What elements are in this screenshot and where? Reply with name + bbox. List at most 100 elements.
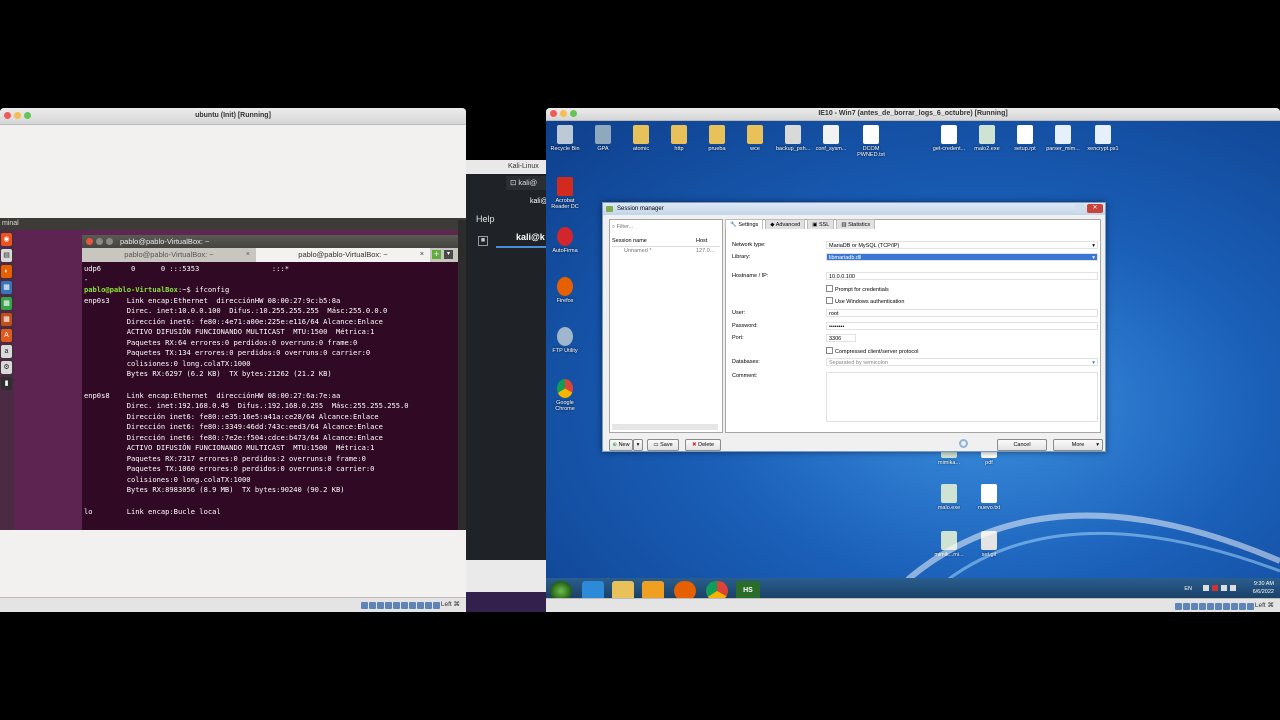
desktop-icon-recycle-bin[interactable]: Recycle Bin [548, 125, 582, 152]
ie-icon[interactable] [582, 581, 604, 598]
disk-icon[interactable] [1174, 603, 1182, 610]
desktop-icon-autofirma[interactable]: AutoFirma [548, 227, 582, 254]
kali-titlebar[interactable]: Kali-Linux [466, 160, 546, 174]
close-icon[interactable]: ✕ [1087, 204, 1103, 213]
desktop-icon-firefox[interactable]: Firefox [548, 277, 582, 304]
software-center-icon[interactable]: A [1, 329, 12, 342]
writer-icon[interactable]: ▦ [1, 281, 12, 294]
recording-icon[interactable] [1230, 603, 1238, 610]
col-host[interactable]: Host [696, 236, 707, 246]
shared-folder-icon[interactable] [400, 602, 408, 609]
col-session-name[interactable]: Session name [612, 238, 647, 244]
chrome-icon[interactable] [706, 581, 728, 598]
desktop-icon-wce[interactable]: wce [738, 125, 772, 152]
close-icon[interactable] [550, 110, 557, 117]
port-input[interactable]: 3306 [826, 334, 856, 342]
mouse-icon[interactable] [432, 602, 440, 609]
zoom-icon[interactable] [570, 110, 577, 117]
tab-menu-icon[interactable]: ▾ [444, 250, 453, 259]
win7-titlebar[interactable]: IE10 - Win7 (antes_de_borrar_logs_6_octu… [546, 108, 1280, 121]
desktop-icon-parser[interactable]: parser_mim... [1046, 125, 1080, 152]
flag-icon[interactable] [1203, 585, 1209, 591]
network-icon[interactable] [1221, 585, 1227, 591]
desktop-icon-backup[interactable]: backup_psh... [776, 125, 810, 152]
scrollbar-area[interactable] [458, 220, 466, 530]
hostname-input[interactable]: 10.0.0.100 [826, 272, 1098, 280]
recording-icon[interactable] [416, 602, 424, 609]
desktop-icon-setup[interactable]: setup.rpt [1008, 125, 1042, 152]
ubuntu-titlebar[interactable]: ubuntu (Init) [Running] [0, 108, 466, 125]
windows-auth-checkbox[interactable]: Use Windows authentication [826, 297, 904, 305]
help-icon[interactable] [1075, 204, 1085, 213]
terminal-tab-2[interactable]: pablo@pablo-VirtualBox: ~ × [256, 248, 430, 262]
desktop-icon-chrome[interactable]: Google Chrome [548, 379, 582, 412]
tab-settings[interactable]: 🔧 Settings [725, 219, 764, 229]
desktop-icon-malo2[interactable]: malo2.exe [970, 125, 1004, 152]
tab-statistics[interactable]: ▥ Statistics [836, 219, 876, 229]
display-icon[interactable] [1222, 603, 1230, 610]
system-clock[interactable]: 9:30 AM 6/6/2022 [1253, 580, 1274, 596]
delete-button[interactable]: ✖ Delete [685, 439, 721, 451]
user-input[interactable]: root [826, 309, 1098, 317]
optical-icon[interactable] [368, 602, 376, 609]
password-input[interactable]: •••••••• [826, 322, 1098, 330]
files-icon[interactable]: ▤ [1, 249, 12, 262]
usb-icon[interactable] [392, 602, 400, 609]
tab-ssl[interactable]: ▣ SSL [807, 219, 835, 229]
network-type-select[interactable]: MariaDB or MySQL (TCP/IP) ▾ [826, 241, 1098, 249]
heidisql-icon[interactable]: HS [736, 581, 760, 598]
firefox-icon[interactable]: ◐ [1, 265, 12, 278]
horizontal-scrollbar[interactable] [612, 424, 718, 430]
desktop-icon-prueba[interactable]: prueba [700, 125, 734, 152]
save-button[interactable]: ▭ Save [647, 439, 679, 451]
explorer-icon[interactable] [612, 581, 634, 598]
language-indicator[interactable]: EN [1184, 586, 1192, 592]
terminal-icon[interactable]: ▮ [1, 377, 12, 390]
shared-folder-icon[interactable] [1214, 603, 1222, 610]
maximize-icon[interactable] [106, 238, 113, 245]
compressed-checkbox[interactable]: Compressed client/server protocol [826, 347, 918, 355]
checkbox-icon[interactable]: ■ [478, 236, 488, 246]
impress-icon[interactable]: ▦ [1, 313, 12, 326]
databases-input[interactable]: Separated by semicolon ▾ [826, 358, 1098, 366]
dash-icon[interactable]: ◉ [1, 233, 12, 246]
volume-icon[interactable] [1230, 585, 1236, 591]
calc-icon[interactable]: ▦ [1, 297, 12, 310]
terminal-window[interactable]: pablo@pablo-VirtualBox: ~ pablo@pablo-Vi… [82, 235, 458, 530]
close-tab-icon[interactable]: × [420, 248, 424, 262]
network-icon[interactable] [1198, 603, 1206, 610]
amazon-icon[interactable]: a [1, 345, 12, 358]
desktop-icon-acrobat[interactable]: Acrobat Reader DC [548, 177, 582, 210]
cpu-icon[interactable] [1238, 603, 1246, 610]
kali-terminal-tab[interactable]: ⊡ kali@ [506, 176, 546, 190]
minimize-icon[interactable] [560, 110, 567, 117]
display-icon[interactable] [408, 602, 416, 609]
desktop-icon-ftp[interactable]: FTP Utility [548, 327, 582, 354]
close-icon[interactable] [86, 238, 93, 245]
minimize-icon[interactable] [96, 238, 103, 245]
audio-icon[interactable] [376, 602, 384, 609]
comment-textarea[interactable] [826, 372, 1098, 422]
desktop-icon-xencrypt[interactable]: xencrypt.ps1 [1086, 125, 1120, 152]
dialog-titlebar[interactable]: Session manager ✕ [603, 203, 1105, 215]
disk-icon[interactable] [360, 602, 368, 609]
prompt-credentials-checkbox[interactable]: Prompt for credentials [826, 285, 889, 293]
kali-vm-window[interactable]: Kali-Linux ⊡ kali@ kali@ Help ■ kali@k [466, 160, 548, 612]
desktop-icon-http[interactable]: http [662, 125, 696, 152]
ubuntu-vm-window[interactable]: ubuntu (Init) [Running] minal ◉ ▤ ◐ ▦ ▦ … [0, 108, 466, 612]
desktop-icon-get-credent[interactable]: get-credent... [932, 125, 966, 152]
add-tab-icon[interactable]: + [432, 250, 441, 259]
media-player-icon[interactable] [642, 581, 664, 598]
new-dropdown-button[interactable]: ▾ [633, 439, 643, 451]
terminal-output[interactable]: udp6 0 0 :::5353 :::* - pablo@pablo-Virtua… [82, 262, 458, 519]
terminal-titlebar[interactable]: pablo@pablo-VirtualBox: ~ [82, 235, 458, 248]
network-icon[interactable] [384, 602, 392, 609]
terminal-tab-1[interactable]: pablo@pablo-VirtualBox: ~ × [82, 248, 256, 262]
usb-icon[interactable] [1206, 603, 1214, 610]
alert-icon[interactable] [1212, 585, 1218, 591]
desktop-icon-gpa[interactable]: GPA [586, 125, 620, 152]
firefox-icon[interactable] [674, 581, 696, 598]
win7-vm-window[interactable]: IE10 - Win7 (antes_de_borrar_logs_6_octu… [546, 108, 1280, 612]
minimize-icon[interactable] [14, 112, 21, 119]
settings-icon[interactable]: ⚙ [1, 361, 12, 374]
